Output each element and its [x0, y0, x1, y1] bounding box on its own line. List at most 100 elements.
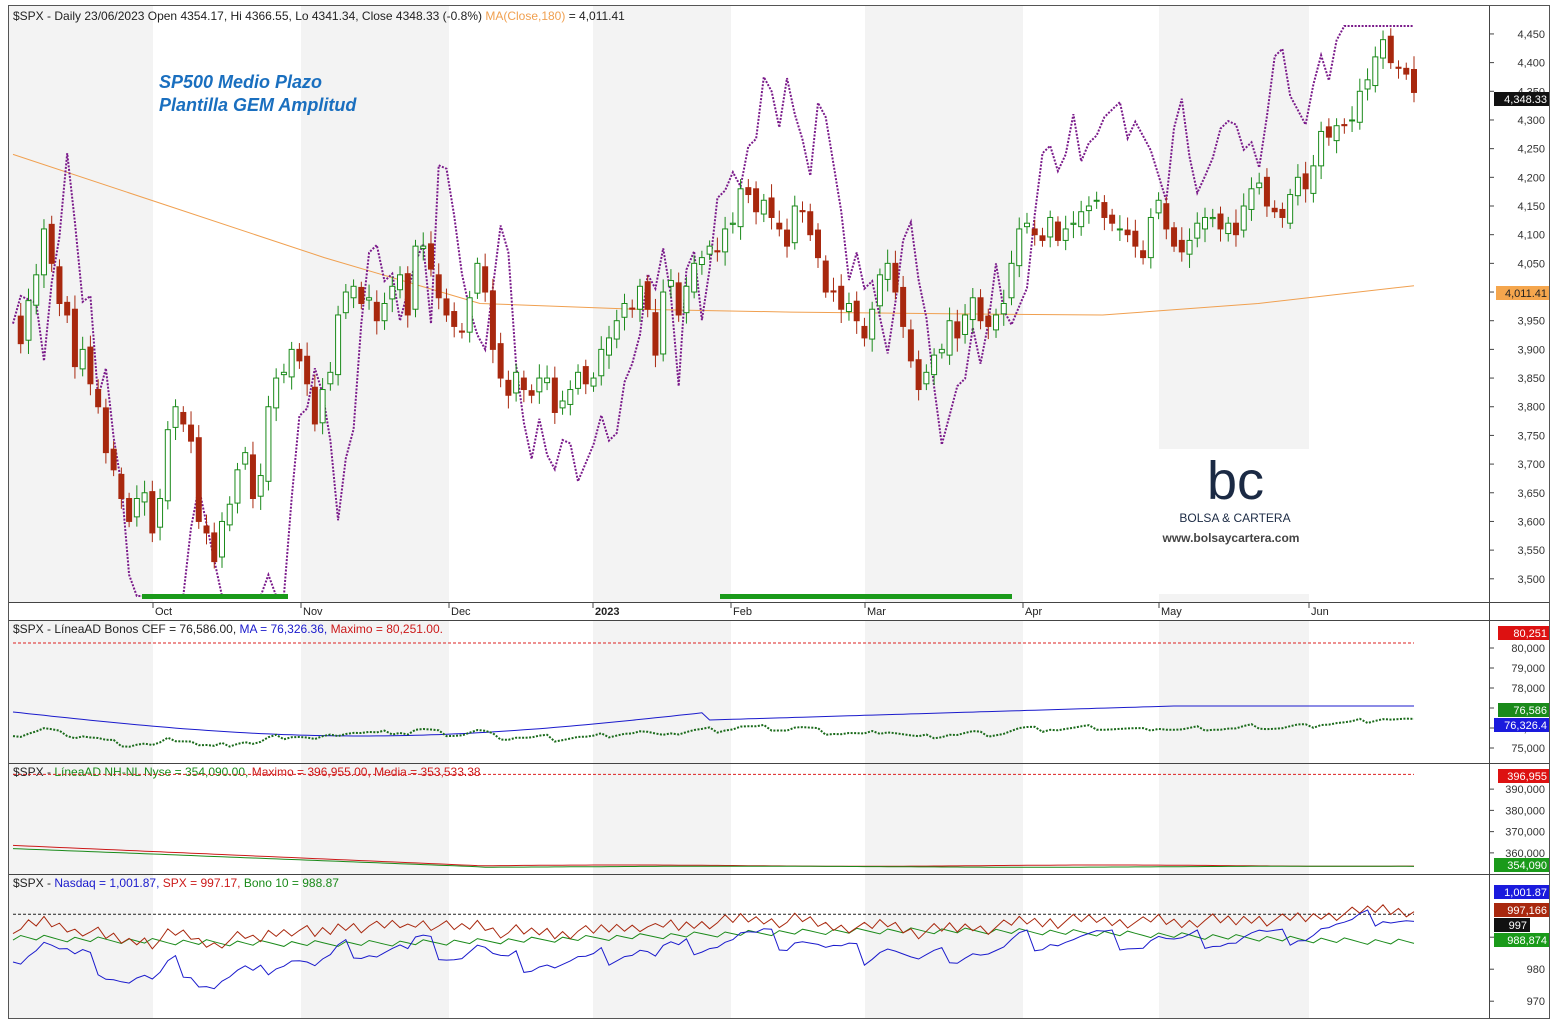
- candle-body: [118, 473, 125, 500]
- candle-body: [807, 211, 814, 236]
- candle-body: [1271, 207, 1278, 213]
- price-tick-label: 4,100: [1517, 230, 1545, 242]
- pane2-tag-max: 80,251: [1498, 626, 1549, 640]
- svg-text:4,011.41: 4,011.41: [1505, 288, 1547, 300]
- pane2-header: $SPX - LíneaAD Bonos CEF = 76,586.00, MA…: [13, 622, 443, 636]
- shade-band: [593, 874, 731, 1018]
- svg-text:988,874: 988,874: [1507, 935, 1547, 947]
- candle-body: [288, 348, 295, 378]
- price-header: $SPX - Daily 23/06/2023 Open 4354.17, Hi…: [13, 9, 625, 23]
- candle-body: [304, 355, 311, 385]
- price-pane: $SPX - Daily 23/06/2023 Open 4354.17, Hi…: [12, 9, 1549, 599]
- candle-body: [188, 424, 195, 442]
- candle-body: [861, 325, 868, 339]
- candle-body: [412, 245, 419, 310]
- pane3-tick-label: 370,000: [1505, 827, 1545, 839]
- logo: bc BOLSA & CARTERA www.bolsaycartera.com: [1155, 449, 1315, 594]
- candle-body: [621, 303, 628, 318]
- candle-body: [722, 228, 729, 253]
- candle-body: [1171, 227, 1178, 247]
- candle-body: [675, 282, 682, 316]
- signal-bars: [142, 594, 1012, 599]
- candle-body: [1217, 213, 1224, 230]
- shade-band: [865, 763, 1023, 874]
- candle-body: [1287, 194, 1294, 224]
- price-tick-label: 3,700: [1517, 459, 1545, 471]
- candle-body: [962, 314, 969, 335]
- candle-body: [1364, 79, 1371, 90]
- candle-body: [845, 303, 852, 313]
- price-tick-label: 3,750: [1517, 430, 1545, 442]
- svg-text:1,001.87: 1,001.87: [1504, 887, 1547, 899]
- candle-body: [249, 454, 256, 500]
- ad-nhnl-pane: $SPX - LíneaAD NH-NL Nyse = 354,090.00, …: [12, 765, 1549, 872]
- candle-body: [1248, 188, 1255, 210]
- candle-body: [71, 308, 78, 368]
- candle-body: [768, 197, 775, 218]
- candle-body: [1124, 229, 1131, 236]
- candle-body: [567, 389, 574, 405]
- candle-body: [1155, 199, 1162, 214]
- candle-body: [1310, 165, 1317, 194]
- candle-body: [327, 371, 334, 385]
- candle-body: [211, 532, 218, 563]
- month-label: 2023: [595, 606, 619, 618]
- candle-body: [466, 297, 473, 333]
- candle-body: [1039, 235, 1046, 241]
- price-tick-label: 3,550: [1517, 545, 1545, 557]
- shade-band: [9, 874, 153, 1018]
- candle-body: [900, 286, 907, 327]
- candle-body: [1023, 222, 1030, 228]
- chart-canvas[interactable]: $SPX - Daily 23/06/2023 Open 4354.17, Hi…: [9, 6, 1549, 1018]
- time-axis: Oct Nov Dec 2023 Feb Mar Apr May Jun: [152, 602, 1329, 618]
- candle-body: [629, 307, 636, 310]
- pane4-tick-label: 970: [1527, 996, 1545, 1008]
- candle-body: [660, 291, 667, 355]
- chart-window: $SPX - Daily 23/06/2023 Open 4354.17, Hi…: [8, 5, 1550, 1019]
- shade-band: [1159, 620, 1309, 763]
- candle-body: [1085, 205, 1092, 212]
- price-tick-label: 4,200: [1517, 172, 1545, 184]
- candle-body: [1395, 66, 1402, 69]
- candle-body: [799, 210, 806, 213]
- candle-body: [884, 262, 891, 280]
- pane3-tick-label: 390,000: [1505, 784, 1545, 796]
- candle-body: [791, 205, 798, 244]
- candle-body: [636, 285, 643, 310]
- svg-text:76,326.4: 76,326.4: [1504, 720, 1547, 732]
- candle-body: [489, 290, 496, 350]
- candle-body: [590, 377, 597, 387]
- candle-body: [1186, 239, 1193, 255]
- month-label: Mar: [867, 606, 886, 618]
- candle-body: [1070, 222, 1077, 225]
- candle-body: [79, 348, 86, 370]
- candle-body: [1047, 216, 1054, 238]
- candle-body: [87, 346, 94, 385]
- candle-body: [172, 406, 179, 428]
- candle-body: [1263, 176, 1270, 207]
- month-label: May: [1161, 606, 1182, 618]
- svg-text:4,348.33: 4,348.33: [1504, 94, 1547, 106]
- price-tick-label: 3,800: [1517, 402, 1545, 414]
- candle-body: [95, 389, 102, 408]
- pane4-tag-spx: 997,166: [1494, 903, 1549, 917]
- month-label: Apr: [1025, 606, 1042, 618]
- candle-body: [474, 262, 481, 294]
- candle-body: [335, 314, 342, 376]
- candle-body: [838, 285, 845, 310]
- ad-bonos-pane: $SPX - LíneaAD Bonos CEF = 76,586.00, MA…: [12, 622, 1549, 755]
- candle-body: [242, 452, 249, 465]
- candle-body: [714, 250, 721, 253]
- month-label: Oct: [155, 606, 172, 618]
- candle-body: [729, 222, 736, 225]
- candle-body: [892, 262, 899, 293]
- candle-body: [482, 266, 489, 293]
- candle-body: [520, 377, 527, 391]
- candle-body: [1116, 228, 1123, 231]
- candle-body: [157, 498, 164, 528]
- candle-body: [698, 257, 705, 265]
- candle-body: [435, 274, 442, 299]
- candle-body: [830, 290, 837, 293]
- shade-band: [9, 620, 153, 763]
- candle-body: [1109, 214, 1116, 224]
